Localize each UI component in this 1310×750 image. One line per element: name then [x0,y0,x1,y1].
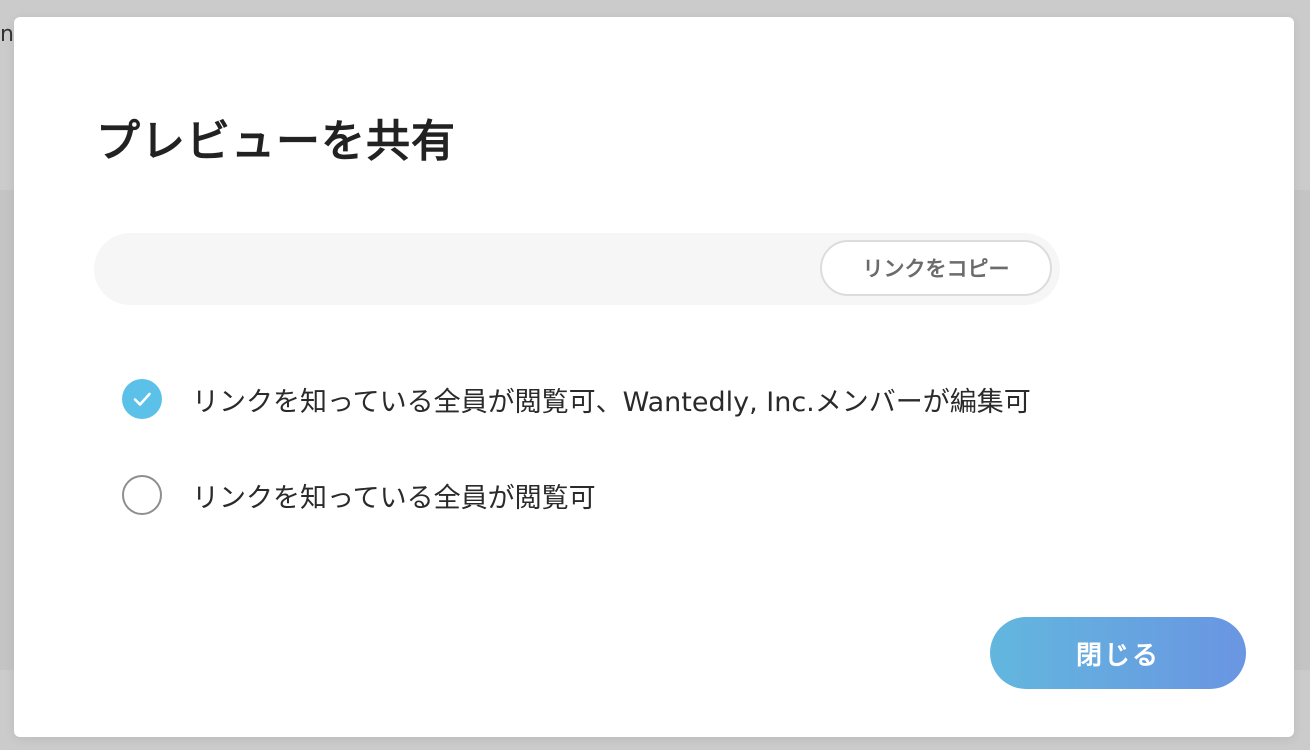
copy-link-button[interactable]: リンクをコピー [820,240,1052,296]
close-button[interactable]: 閉じる [990,617,1246,689]
share-preview-dialog: プレビューを共有 リンクをコピー リンクを知っている全員が閲覧可、Wantedl… [14,17,1294,737]
permission-option-edit-label: リンクを知っている全員が閲覧可、Wantedly, Inc.メンバーが編集可 [192,386,1031,418]
permission-option-view[interactable]: リンクを知っている全員が閲覧可 [122,475,596,515]
permission-option-edit[interactable]: リンクを知っている全員が閲覧可、Wantedly, Inc.メンバーが編集可 [122,379,1031,419]
dialog-title: プレビューを共有 [96,116,456,167]
checkmark-icon[interactable] [122,379,162,419]
radio-empty-icon[interactable] [122,475,162,515]
share-link-field[interactable]: リンクをコピー [94,233,1060,305]
permission-option-view-label: リンクを知っている全員が閲覧可 [192,482,596,514]
